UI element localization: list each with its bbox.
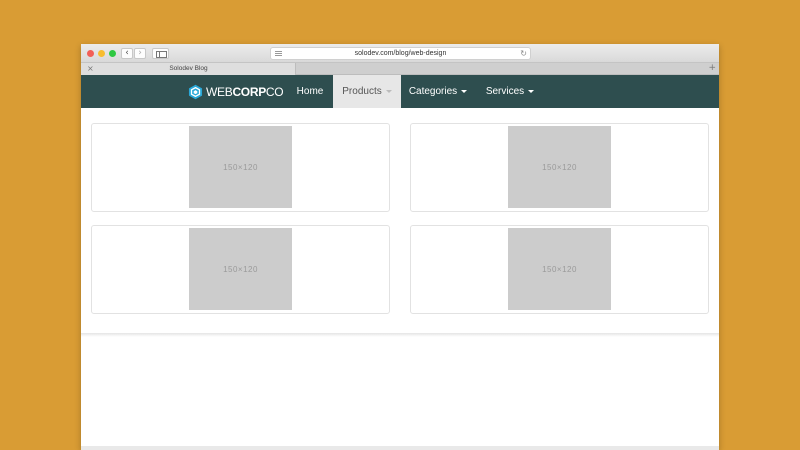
forward-button[interactable]: › xyxy=(134,48,146,59)
window-bottom-edge xyxy=(81,446,719,450)
nav-categories-label: Categories xyxy=(408,86,458,97)
url-text: solodev.com/blog/web-design xyxy=(354,50,447,57)
product-card[interactable]: 150×120 xyxy=(410,123,709,212)
nav-services-label: Services xyxy=(485,86,525,97)
product-card[interactable]: 150×120 xyxy=(410,225,709,314)
new-tab-button[interactable]: + xyxy=(708,63,716,74)
logo-text-light: WEB xyxy=(206,85,233,99)
sidebar-toggle-button[interactable] xyxy=(152,48,169,59)
nav-products[interactable]: Products xyxy=(333,75,401,108)
placeholder-size-label: 150×120 xyxy=(223,264,258,274)
chevron-down-icon xyxy=(385,89,392,93)
nav-home[interactable]: Home xyxy=(288,75,332,108)
tab-title: Solodev Blog xyxy=(169,65,208,72)
back-button[interactable]: ‹ xyxy=(121,48,133,59)
image-placeholder: 150×120 xyxy=(508,126,611,208)
product-card[interactable]: 150×120 xyxy=(91,225,390,314)
product-card[interactable]: 150×120 xyxy=(91,123,390,212)
nav-products-label: Products xyxy=(342,86,382,97)
placeholder-size-label: 150×120 xyxy=(542,264,577,274)
logo-text-bold: CORP xyxy=(232,85,266,99)
browser-toolbar: ‹ › solodev.com/blog/web-design ↻ xyxy=(81,44,719,63)
logo-text-tail: CO xyxy=(265,85,284,99)
logo-wordmark: WEBCORPCO xyxy=(206,85,284,99)
zoom-window-button[interactable] xyxy=(109,50,116,57)
nav-services[interactable]: Services xyxy=(479,75,541,108)
placeholder-size-label: 150×120 xyxy=(542,162,577,172)
browser-tab[interactable]: × Solodev Blog xyxy=(81,63,296,75)
image-placeholder: 150×120 xyxy=(189,126,292,208)
browser-window: ‹ › solodev.com/blog/web-design ↻ × Solo… xyxy=(81,44,719,450)
tab-bar: × Solodev Blog + xyxy=(81,63,719,75)
site-logo[interactable]: WEBCORPCO xyxy=(188,83,284,101)
minimize-window-button[interactable] xyxy=(98,50,105,57)
nav-categories[interactable]: Categories xyxy=(403,75,473,108)
placeholder-size-label: 150×120 xyxy=(223,162,258,172)
hexagon-logo-icon xyxy=(188,84,203,100)
chevron-down-icon xyxy=(528,89,535,93)
nav-home-label: Home xyxy=(296,86,324,97)
chevron-down-icon xyxy=(461,89,468,93)
site-navbar: WEBCORPCO Home Products Categories Servi… xyxy=(81,75,719,108)
close-window-button[interactable] xyxy=(87,50,94,57)
address-bar[interactable]: solodev.com/blog/web-design ↻ xyxy=(270,47,531,60)
image-placeholder: 150×120 xyxy=(189,228,292,310)
content-divider xyxy=(81,333,719,337)
reload-icon[interactable]: ↻ xyxy=(520,49,527,59)
image-placeholder: 150×120 xyxy=(508,228,611,310)
